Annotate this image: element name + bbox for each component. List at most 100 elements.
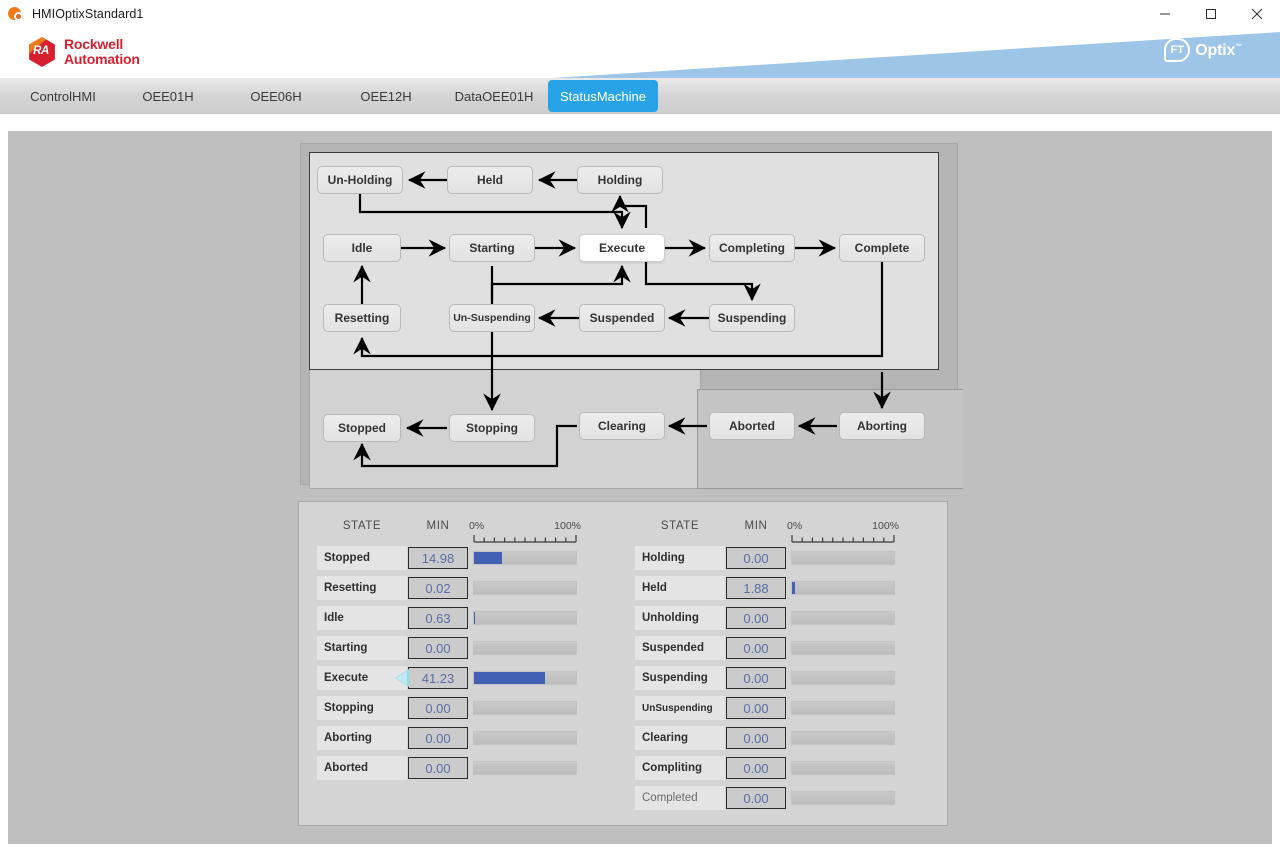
progress-bar: [473, 581, 577, 595]
progress-bar: [791, 731, 895, 745]
table-row: Compliting 0.00: [635, 753, 899, 783]
state-node-completing[interactable]: Completing: [709, 234, 795, 262]
state-node-suspending[interactable]: Suspending: [709, 304, 795, 332]
progress-bar: [791, 551, 895, 565]
scale-ruler-row: [635, 532, 899, 543]
state-node-label: Starting: [469, 241, 515, 255]
minutes-cell-wrap: 0.00: [725, 727, 787, 749]
state-name-cell: Stopped: [317, 546, 407, 570]
state-node-clearing[interactable]: Clearing: [579, 412, 665, 440]
state-node-holding[interactable]: Holding: [577, 166, 663, 194]
minutes-value-field[interactable]: 0.00: [726, 637, 786, 659]
minutes-cell-wrap: 0.00: [725, 607, 787, 629]
minutes-cell-wrap: 0.00: [407, 637, 469, 659]
state-name-cell: Compliting: [635, 756, 725, 780]
state-node-complete[interactable]: Complete: [839, 234, 925, 262]
tab-controlhmi[interactable]: ControlHMI: [18, 80, 108, 112]
state-name-cell: UnSuspending: [635, 696, 725, 720]
minutes-value-field[interactable]: 0.00: [726, 547, 786, 569]
state-name-cell: Suspended: [635, 636, 725, 660]
state-node-stopped[interactable]: Stopped: [323, 414, 401, 442]
window-title: HMIOptixStandard1: [32, 7, 144, 21]
scale-ruler: [473, 535, 577, 543]
minutes-value-field[interactable]: 0.00: [408, 697, 468, 719]
state-node-label: Un-Holding: [327, 173, 393, 187]
state-node-execute[interactable]: Execute: [579, 234, 665, 262]
rockwell-wordmark: Rockwell Automation: [64, 37, 140, 67]
progress-bar-fill: [792, 582, 796, 594]
minimize-button[interactable]: [1142, 0, 1188, 28]
tab-statusmachine[interactable]: StatusMachine: [548, 80, 658, 112]
table-row: UnSuspending 0.00: [635, 693, 899, 723]
tab-oee12h[interactable]: OEE12H: [346, 80, 426, 112]
table-row: Execute 41.23: [317, 663, 581, 693]
tab-oee06h[interactable]: OEE06H: [236, 80, 316, 112]
table-row: Stopped 14.98: [317, 543, 581, 573]
state-node-idle[interactable]: Idle: [323, 234, 401, 262]
minutes-value-field[interactable]: 0.00: [408, 727, 468, 749]
minutes-value-field[interactable]: 0.00: [726, 757, 786, 779]
minutes-value-field[interactable]: 14.98: [408, 547, 468, 569]
state-name-cell: Aborted: [317, 756, 407, 780]
minutes-value-field[interactable]: 0.00: [726, 607, 786, 629]
state-node-aborted[interactable]: Aborted: [709, 412, 795, 440]
state-node-un-suspending[interactable]: Un-Suspending: [449, 304, 535, 332]
table-row: Suspending 0.00: [635, 663, 899, 693]
maximize-button[interactable]: [1188, 0, 1234, 28]
state-node-aborting[interactable]: Aborting: [839, 412, 925, 440]
scale-label-min: 0%: [787, 520, 803, 532]
tab-label: OEE01H: [142, 88, 194, 104]
current-state-marker-inner-icon: [396, 671, 407, 685]
table-row: Stopping 0.00: [317, 693, 581, 723]
state-name-cell: Starting: [317, 636, 407, 660]
table-header-row: STATE MIN 0% 100%: [317, 508, 581, 532]
header-banner-shape: [552, 32, 1280, 78]
state-name-label: Suspending: [642, 672, 708, 684]
progress-bar: [791, 701, 895, 715]
state-node-stopping[interactable]: Stopping: [449, 414, 535, 442]
ft-bubble-icon: FT: [1164, 38, 1191, 64]
progress-bar-fill: [474, 612, 476, 624]
state-name-label: Resetting: [324, 582, 377, 594]
close-button[interactable]: [1234, 0, 1280, 28]
state-node-label: Clearing: [597, 419, 646, 433]
minutes-value-field[interactable]: 0.00: [408, 757, 468, 779]
minutes-value: 0.00: [743, 640, 769, 656]
state-node-un-holding[interactable]: Un-Holding: [317, 166, 403, 194]
optix-wordmark: Optix™: [1195, 42, 1242, 60]
minutes-value-field[interactable]: 0.00: [408, 637, 468, 659]
scale-label-min: 0%: [469, 520, 485, 532]
state-node-resetting[interactable]: Resetting: [323, 304, 401, 332]
table-header-row: STATE MIN 0% 100%: [635, 508, 899, 532]
ft-mark-text: FT: [1170, 44, 1184, 56]
tab-oee01h[interactable]: OEE01H: [128, 80, 208, 112]
state-name-label: Unholding: [642, 612, 699, 624]
progress-bar: [473, 671, 577, 685]
state-node-label: Suspended: [589, 311, 655, 325]
minutes-cell-wrap: 0.00: [725, 757, 787, 779]
state-node-starting[interactable]: Starting: [449, 234, 535, 262]
minutes-value-field[interactable]: 0.00: [726, 667, 786, 689]
minutes-cell-wrap: 0.02: [407, 577, 469, 599]
tab-dataoee01h[interactable]: DataOEE01H: [444, 80, 544, 112]
minutes-value-field[interactable]: 1.88: [726, 577, 786, 599]
minutes-value: 1.88: [743, 580, 769, 596]
state-node-label: Suspending: [717, 311, 787, 325]
state-node-held[interactable]: Held: [447, 166, 533, 194]
progress-cell-wrap: [469, 701, 581, 715]
minutes-value-field[interactable]: 0.02: [408, 577, 468, 599]
minutes-value-field[interactable]: 41.23: [408, 667, 468, 689]
minutes-value-field[interactable]: 0.00: [726, 697, 786, 719]
state-name-cell: Unholding: [635, 606, 725, 630]
progress-cell-wrap: [469, 611, 581, 625]
minutes-value-field[interactable]: 0.00: [726, 787, 786, 809]
minutes-value: 0.00: [743, 670, 769, 686]
table-row: Clearing 0.00: [635, 723, 899, 753]
state-node-suspended[interactable]: Suspended: [579, 304, 665, 332]
state-node-label: Resetting: [334, 311, 390, 325]
minutes-value-field[interactable]: 0.00: [726, 727, 786, 749]
state-name-cell: Execute: [317, 666, 409, 690]
minutes-value-field[interactable]: 0.63: [408, 607, 468, 629]
progress-bar: [791, 791, 895, 805]
progress-cell-wrap: [469, 641, 581, 655]
